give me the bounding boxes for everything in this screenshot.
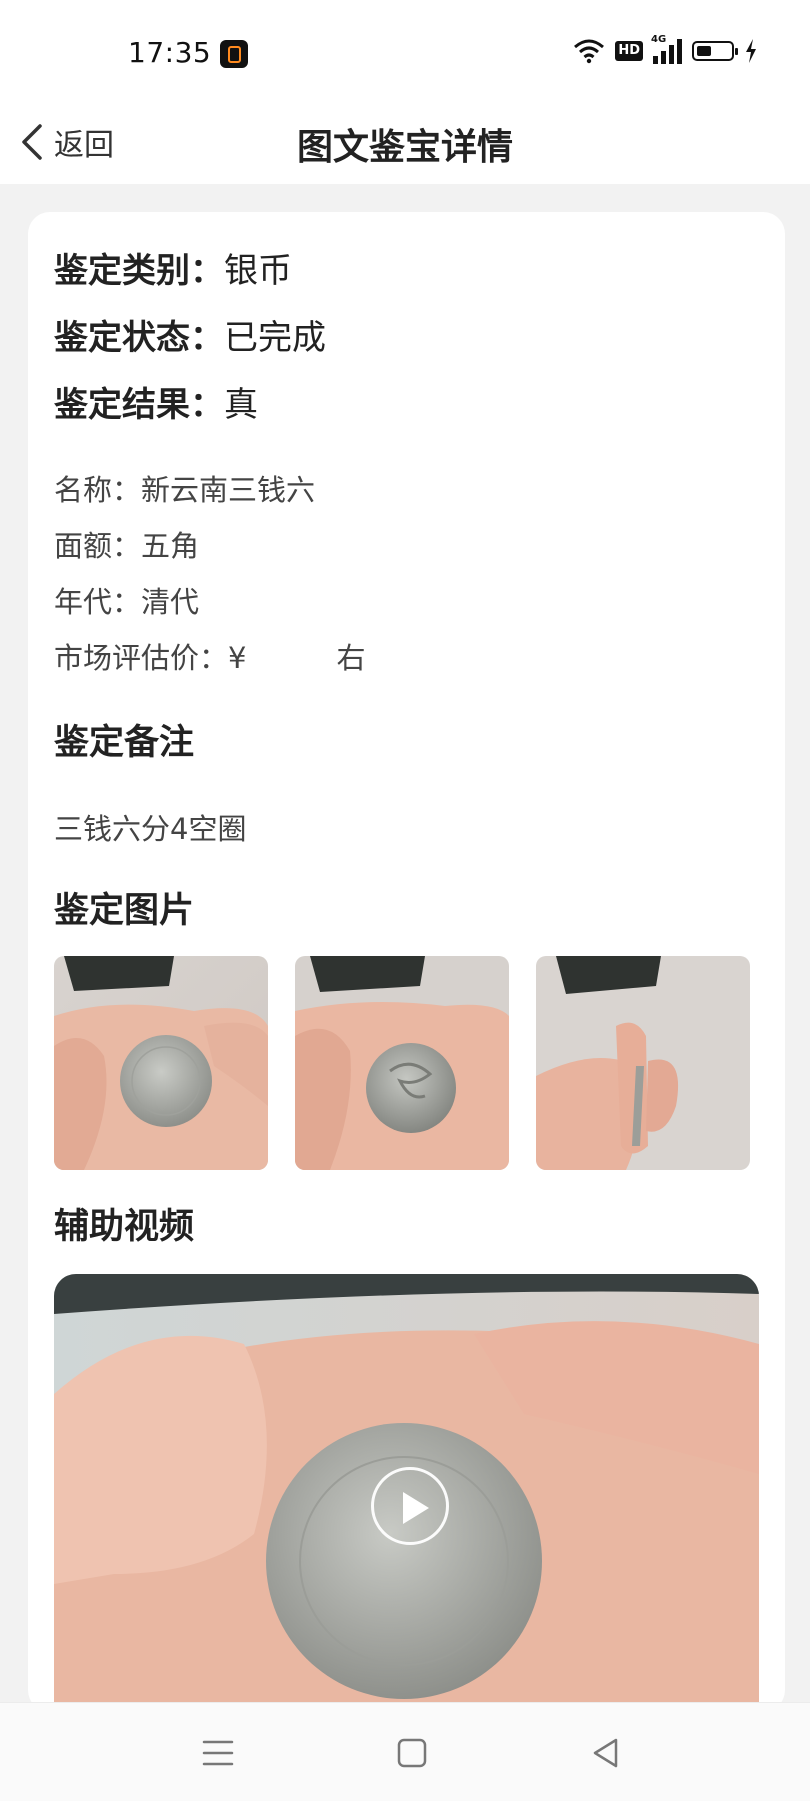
appraisal-card: 鉴定类别：银币 鉴定状态：已完成 鉴定结果：真 名称：新云南三钱六 面额：五角 … (28, 212, 785, 1714)
appraisal-image-1[interactable] (54, 956, 268, 1170)
status-icons: HD 4G (573, 34, 758, 64)
video-title: 辅助视频 (54, 1207, 195, 1247)
remark-title: 鉴定备注 (54, 723, 195, 763)
name-row: 名称：新云南三钱六 (54, 462, 365, 518)
nav-bar: 返回 图文鉴宝详情 (0, 100, 810, 184)
price-suffix: 右 (336, 641, 366, 675)
battery-icon (692, 41, 738, 61)
status-key: 鉴定状态： (54, 318, 224, 358)
network-label: 4G (651, 34, 667, 45)
price-row: 市场评估价：¥ 右 (54, 630, 365, 686)
coin-details: 名称：新云南三钱六 面额：五角 年代：清代 市场评估价：¥ 右 (54, 462, 365, 686)
category-key: 鉴定类别： (54, 251, 224, 291)
menu-icon[interactable] (198, 1733, 238, 1773)
name-value: 新云南三钱六 (141, 473, 316, 507)
appraisal-image-2[interactable] (295, 956, 509, 1170)
result-value: 真 (224, 385, 258, 425)
app-badge-icon (220, 40, 248, 68)
denomination-value: 五角 (141, 529, 200, 563)
price-key: 市场评估价： (54, 641, 229, 675)
result-key: 鉴定结果： (54, 385, 224, 425)
appraisal-image-3[interactable] (536, 956, 750, 1170)
images-title: 鉴定图片 (54, 891, 195, 931)
charging-icon (746, 39, 756, 63)
era-value: 清代 (141, 585, 200, 619)
category-value: 银币 (224, 251, 292, 291)
era-key: 年代： (54, 585, 142, 619)
status-row: 鉴定状态：已完成 (54, 309, 326, 376)
back-triangle-icon[interactable] (586, 1733, 626, 1773)
system-nav-bar (0, 1702, 810, 1801)
appraisal-summary: 鉴定类别：银币 鉴定状态：已完成 鉴定结果：真 (54, 242, 326, 443)
play-icon[interactable] (371, 1467, 449, 1545)
status-value: 已完成 (224, 318, 326, 358)
price-symbol: ¥ (228, 641, 247, 675)
name-key: 名称： (54, 473, 142, 507)
status-bar: 17:35 HD 4G (0, 0, 810, 100)
denomination-row: 面额：五角 (54, 518, 365, 574)
appraisal-images (54, 956, 750, 1170)
hd-icon: HD (615, 41, 643, 61)
category-row: 鉴定类别：银币 (54, 242, 326, 309)
result-row: 鉴定结果：真 (54, 376, 326, 443)
page-title: 图文鉴宝详情 (296, 127, 513, 168)
remark-text: 三钱六分4空圈 (54, 812, 247, 846)
signal-4g-icon: 4G (651, 34, 682, 64)
home-icon[interactable] (392, 1733, 432, 1773)
wifi-icon (574, 39, 605, 64)
era-row: 年代：清代 (54, 574, 365, 630)
denomination-key: 面额： (54, 529, 142, 563)
status-time: 17:35 (128, 36, 212, 69)
assist-video[interactable] (54, 1274, 759, 1714)
